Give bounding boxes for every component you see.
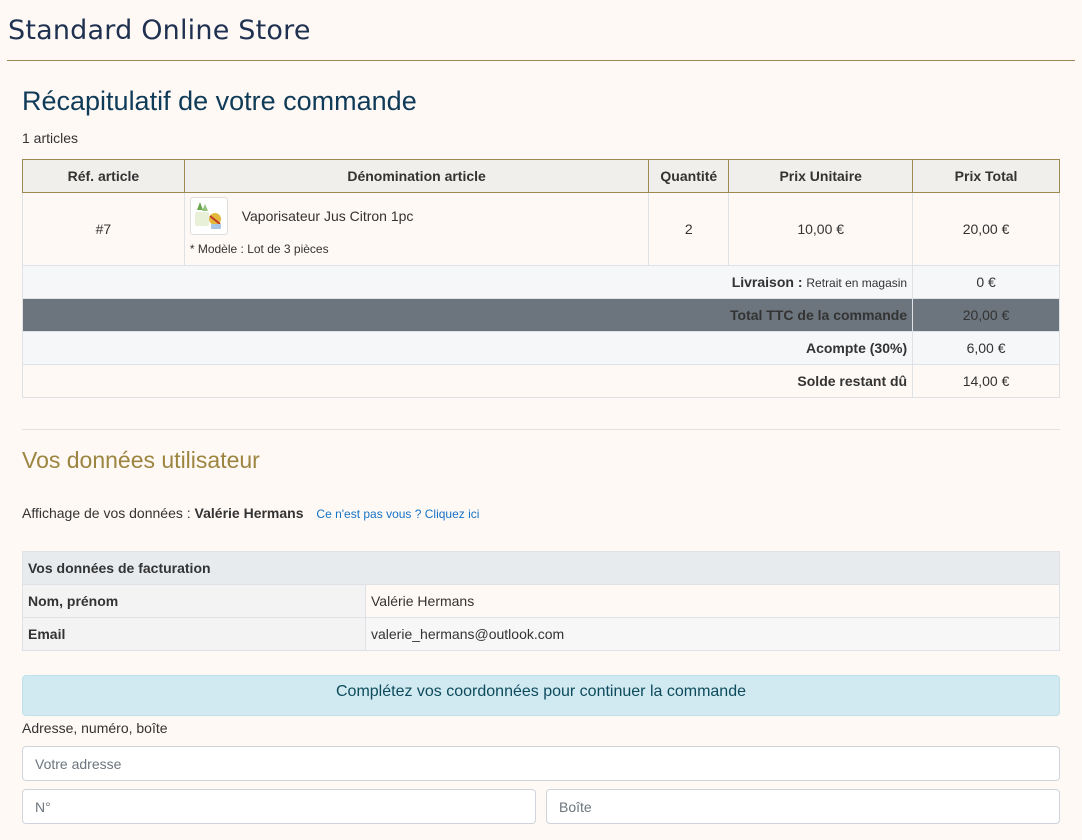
order-summary-table: Réf. article Dénomination article Quanti… bbox=[21, 159, 1060, 398]
delivery-label: Livraison : Retrait en magasin bbox=[21, 265, 914, 299]
email-label: Email bbox=[22, 617, 366, 651]
balance-label: Solde restant dû bbox=[21, 364, 914, 398]
item-qty: 2 bbox=[648, 192, 730, 266]
delivery-value: 0 € bbox=[912, 265, 1060, 299]
box-input[interactable] bbox=[546, 789, 1060, 824]
deposit-label: Acompte (30%) bbox=[21, 331, 914, 365]
product-model: * Modèle : Lot de 3 pièces bbox=[189, 242, 329, 256]
deposit-value: 6,00 € bbox=[912, 331, 1060, 365]
item-total-price: 20,00 € bbox=[912, 192, 1060, 266]
col-qty: Quantité bbox=[648, 159, 730, 193]
display-name: Valérie Hermans bbox=[194, 505, 304, 521]
product-name: Vaporisateur Jus Citron 1pc bbox=[241, 208, 414, 224]
col-total-price: Prix Total bbox=[912, 159, 1060, 193]
store-header: Standard Online Store bbox=[7, 0, 1075, 61]
total-row: Total TTC de la commande 20,00 € bbox=[21, 298, 1060, 332]
delivery-row: Livraison : Retrait en magasin 0 € bbox=[21, 265, 1060, 299]
email-value: valerie_hermans@outlook.com bbox=[365, 617, 1060, 651]
billing-heading: Vos données de facturation bbox=[22, 551, 1060, 585]
user-display-line: Affichage de vos données : Valérie Herma… bbox=[22, 505, 479, 521]
item-description: Vaporisateur Jus Citron 1pc * Modèle : L… bbox=[183, 192, 650, 266]
section-divider bbox=[22, 429, 1060, 430]
total-label: Total TTC de la commande bbox=[21, 298, 914, 332]
col-ref: Réf. article bbox=[22, 159, 185, 193]
billing-table: Vos données de facturation Nom, prénom V… bbox=[22, 551, 1060, 651]
article-count: 1 articles bbox=[22, 130, 79, 146]
store-title: Standard Online Store bbox=[8, 15, 311, 46]
address-label: Adresse, numéro, boîte bbox=[22, 720, 168, 736]
item-unit-price: 10,00 € bbox=[728, 192, 914, 266]
table-row: Nom, prénom Valérie Hermans bbox=[22, 584, 1060, 618]
user-section-title: Vos données utilisateur bbox=[22, 447, 260, 473]
info-alert: Complétez vos coordonnées pour continuer… bbox=[22, 675, 1060, 716]
table-row: Email valerie_hermans@outlook.com bbox=[22, 617, 1060, 651]
delivery-method: Retrait en magasin bbox=[806, 276, 908, 290]
table-row: #7 Vaporisateur Jus Citron 1pc * Modèle … bbox=[22, 192, 1060, 266]
name-value: Valérie Hermans bbox=[365, 584, 1060, 618]
number-input[interactable] bbox=[22, 789, 536, 824]
delivery-label-text: Livraison : bbox=[731, 274, 803, 290]
display-prefix: Affichage de vos données : bbox=[22, 505, 191, 521]
col-unit-price: Prix Unitaire bbox=[728, 159, 914, 193]
item-ref: #7 bbox=[22, 192, 185, 266]
balance-value: 14,00 € bbox=[912, 364, 1060, 398]
product-thumbnail-icon[interactable] bbox=[189, 197, 228, 235]
name-label: Nom, prénom bbox=[22, 584, 366, 618]
not-you-link[interactable]: Ce n'est pas vous ? Cliquez ici bbox=[316, 507, 479, 521]
col-name: Dénomination article bbox=[183, 159, 650, 193]
total-value: 20,00 € bbox=[912, 298, 1060, 332]
address-input[interactable] bbox=[22, 746, 1060, 781]
page-title: Récapitulatif de votre commande bbox=[22, 86, 417, 116]
balance-row: Solde restant dû 14,00 € bbox=[21, 364, 1060, 398]
deposit-row: Acompte (30%) 6,00 € bbox=[21, 331, 1060, 365]
